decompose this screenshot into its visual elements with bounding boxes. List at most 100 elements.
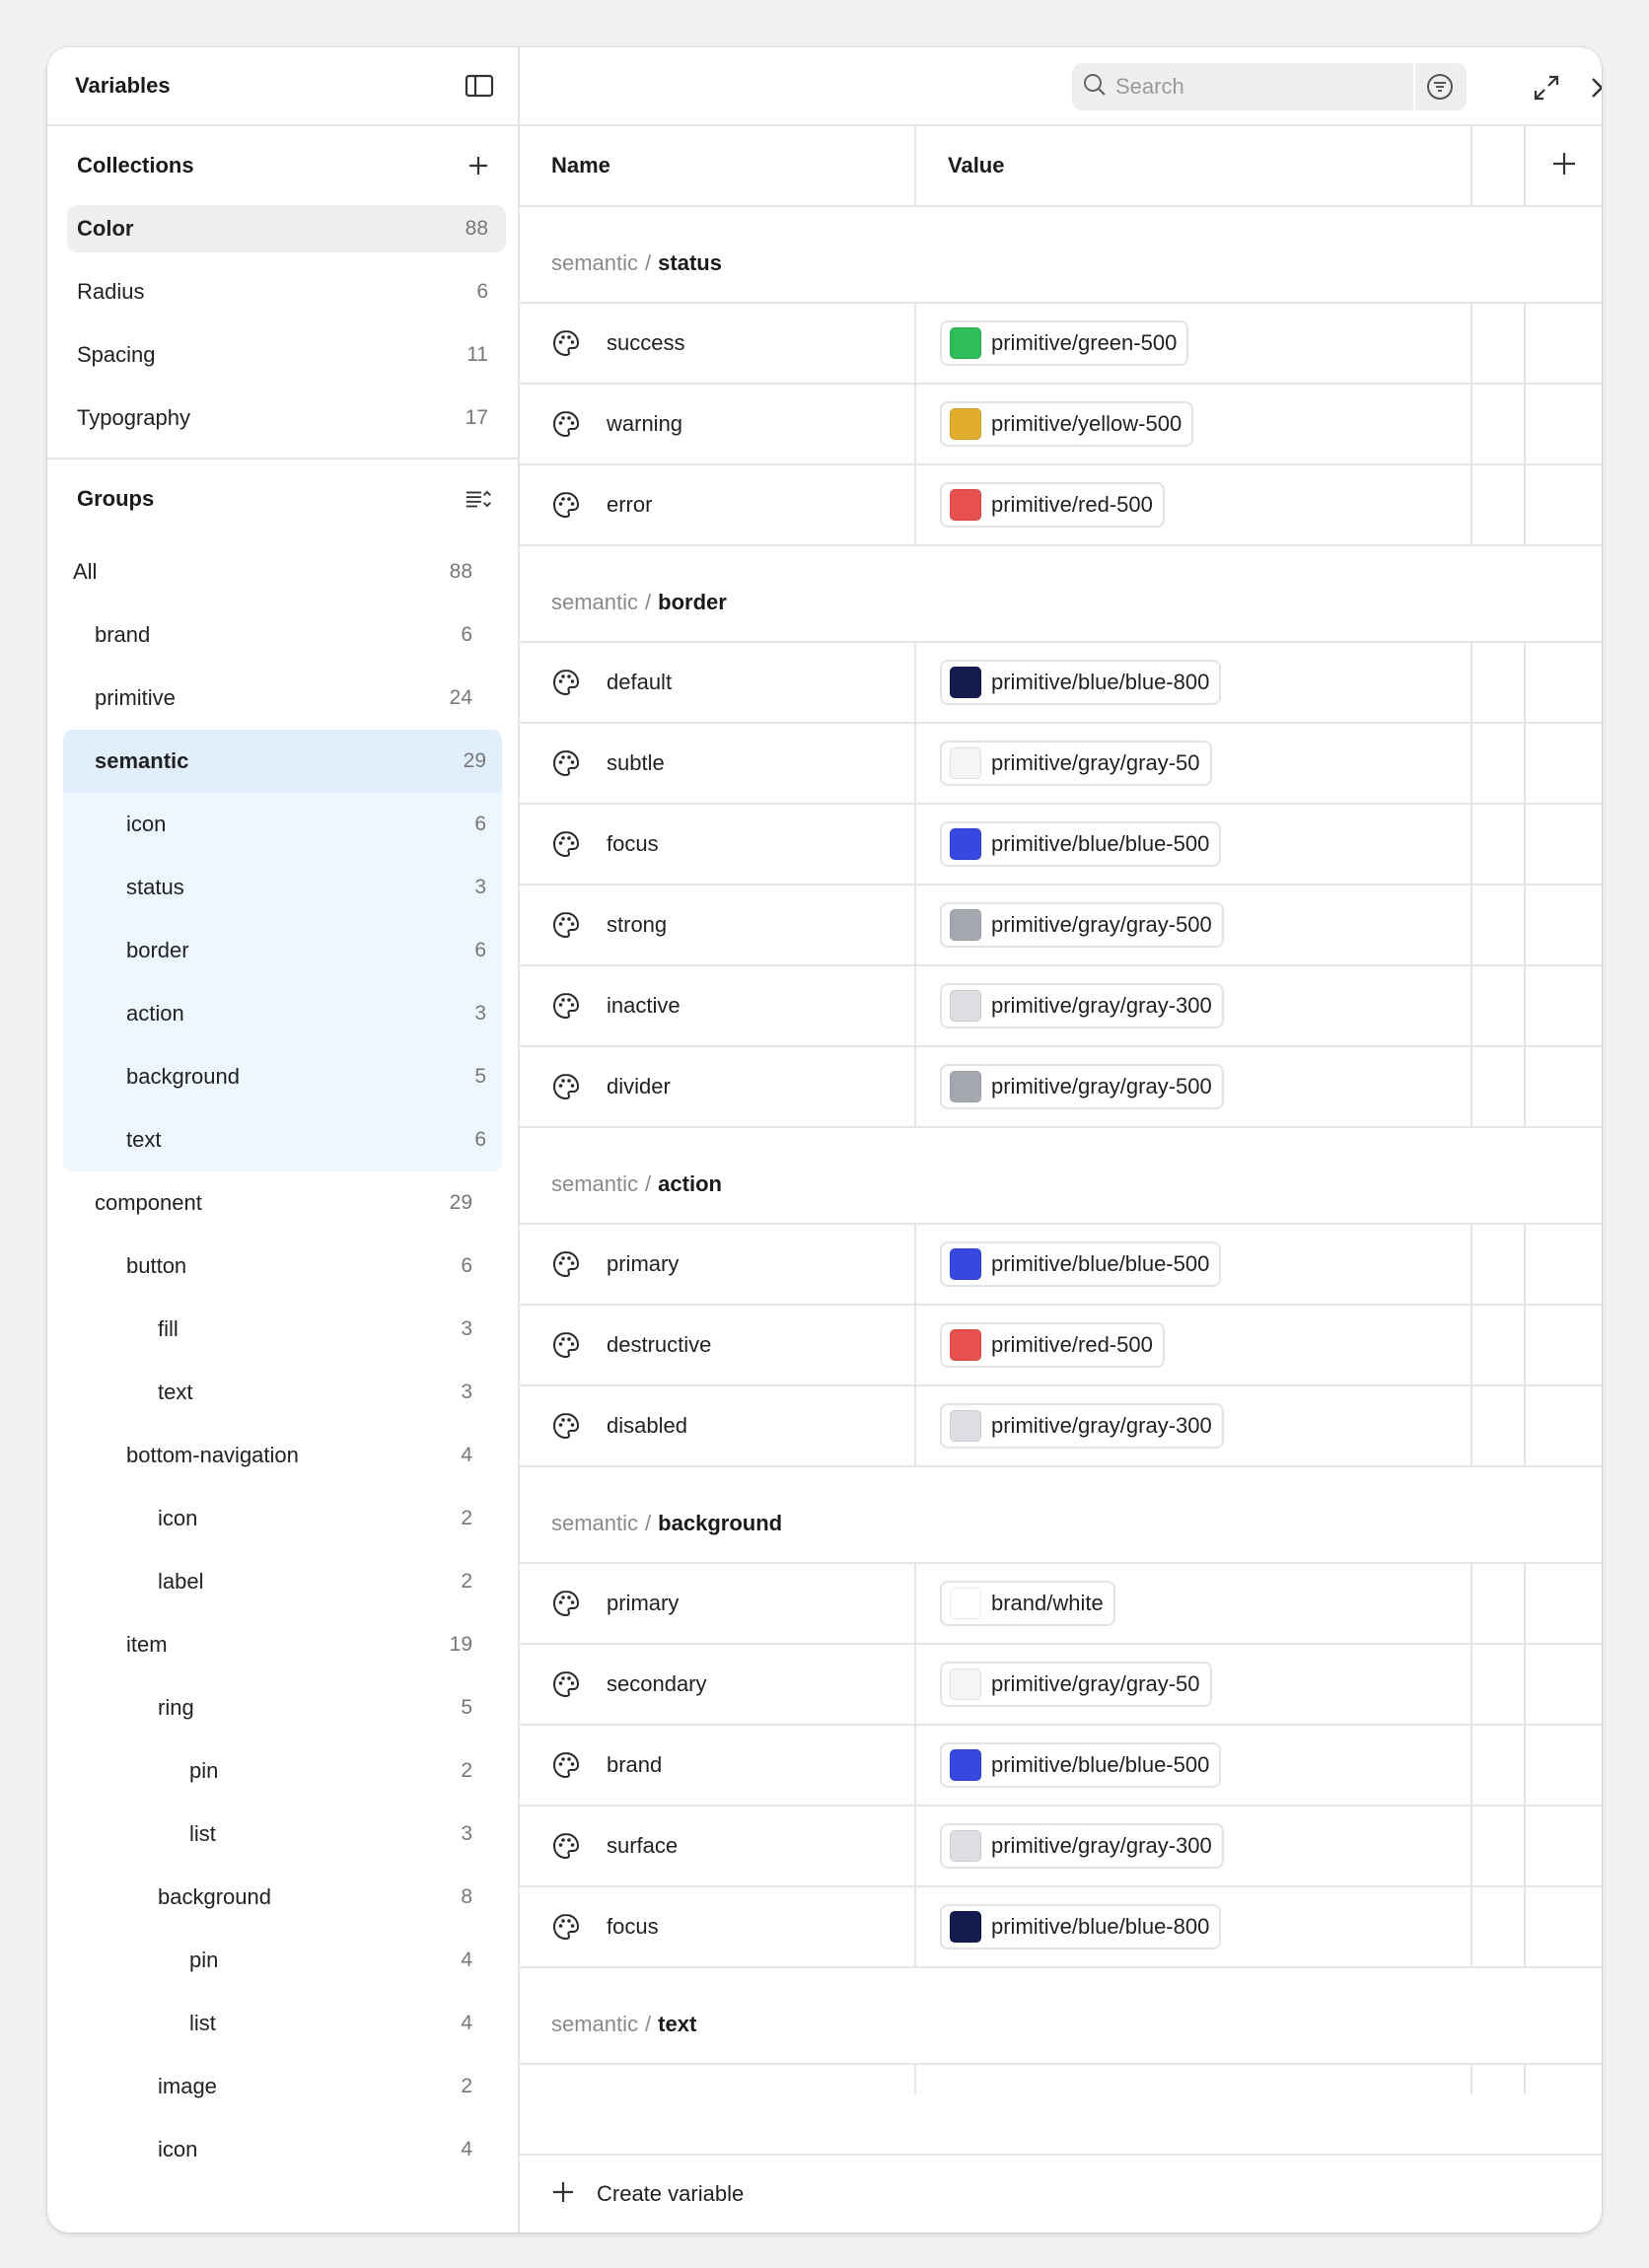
alias-pill[interactable]: primitive/gray/gray-500 bbox=[940, 1064, 1224, 1109]
group-item[interactable]: background 5 bbox=[63, 1045, 502, 1108]
color-swatch bbox=[950, 1668, 981, 1700]
create-variable-button[interactable]: Create variable bbox=[520, 2154, 1602, 2233]
variable-name-cell[interactable]: secondary bbox=[520, 1645, 916, 1724]
group-item[interactable]: border 6 bbox=[63, 919, 502, 982]
group-item[interactable]: list 3 bbox=[63, 1803, 502, 1866]
group-label: action bbox=[126, 1001, 184, 1026]
alias-pill[interactable]: primitive/gray/gray-50 bbox=[940, 1662, 1212, 1707]
alias-label: primitive/gray/gray-300 bbox=[991, 1413, 1212, 1438]
variable-name-cell[interactable]: success bbox=[520, 304, 916, 383]
alias-pill[interactable]: primitive/green-500 bbox=[940, 320, 1189, 366]
alias-pill[interactable]: brand/white bbox=[940, 1581, 1115, 1626]
variable-row[interactable]: inactive primitive/gray/gray-300 bbox=[520, 966, 1602, 1047]
blank-cell bbox=[1526, 1564, 1602, 1643]
variable-name-cell[interactable]: error bbox=[520, 465, 916, 544]
collapse-groups-icon[interactable] bbox=[465, 485, 492, 513]
variable-name-cell[interactable]: inactive bbox=[520, 966, 916, 1045]
group-item[interactable]: semantic 29 bbox=[63, 730, 502, 793]
group-item[interactable]: image 2 bbox=[63, 2055, 502, 2118]
collection-item[interactable]: Spacing 11 bbox=[67, 331, 506, 379]
variable-name-cell[interactable]: subtle bbox=[520, 724, 916, 803]
group-item[interactable]: label 2 bbox=[63, 1550, 502, 1613]
blank-cell bbox=[1526, 304, 1602, 383]
collection-item[interactable]: Typography 17 bbox=[67, 394, 506, 442]
alias-pill[interactable]: primitive/blue/blue-500 bbox=[940, 821, 1222, 867]
alias-pill[interactable]: primitive/gray/gray-300 bbox=[940, 983, 1224, 1028]
group-item[interactable]: component 29 bbox=[63, 1171, 502, 1235]
group-item[interactable]: button 6 bbox=[63, 1235, 502, 1298]
group-item[interactable]: brand 6 bbox=[63, 603, 502, 667]
group-item[interactable]: pin 2 bbox=[63, 1739, 502, 1803]
group-item[interactable]: primitive 24 bbox=[63, 667, 502, 730]
variable-row[interactable]: surface primitive/gray/gray-300 bbox=[520, 1807, 1602, 1887]
alias-pill[interactable]: primitive/blue/blue-500 bbox=[940, 1742, 1222, 1788]
variable-name-cell[interactable]: primary bbox=[520, 1564, 916, 1643]
add-column-button[interactable] bbox=[1526, 126, 1602, 205]
close-icon[interactable] bbox=[1585, 71, 1602, 105]
variable-row[interactable]: default primitive/blue/blue-800 bbox=[520, 643, 1602, 724]
alias-pill[interactable]: primitive/blue/blue-800 bbox=[940, 1904, 1222, 1949]
variable-row[interactable]: disabled primitive/gray/gray-300 bbox=[520, 1386, 1602, 1467]
search-input[interactable] bbox=[1115, 74, 1411, 100]
alias-pill[interactable]: primitive/red-500 bbox=[940, 482, 1165, 528]
alias-pill[interactable]: primitive/yellow-500 bbox=[940, 401, 1194, 447]
variable-row[interactable]: secondary primitive/gray/gray-50 bbox=[520, 1645, 1602, 1726]
group-item[interactable]: bottom-navigation 4 bbox=[63, 1424, 502, 1487]
extra-cell bbox=[1472, 465, 1526, 544]
group-item[interactable]: item 19 bbox=[63, 1613, 502, 1676]
group-item[interactable]: icon 6 bbox=[63, 793, 502, 856]
variable-name-cell[interactable]: disabled bbox=[520, 1386, 916, 1465]
variable-name-cell[interactable]: destructive bbox=[520, 1306, 916, 1384]
variable-row[interactable]: error primitive/red-500 bbox=[520, 465, 1602, 546]
alias-label: primitive/gray/gray-500 bbox=[991, 912, 1212, 937]
variable-row[interactable]: warning primitive/yellow-500 bbox=[520, 385, 1602, 465]
group-item[interactable]: action 3 bbox=[63, 982, 502, 1045]
variable-name-cell[interactable]: focus bbox=[520, 1887, 916, 1966]
group-item[interactable]: fill 3 bbox=[63, 1298, 502, 1361]
filter-icon[interactable] bbox=[1415, 63, 1465, 110]
variable-name-cell[interactable]: brand bbox=[520, 1726, 916, 1805]
variable-name-cell[interactable]: surface bbox=[520, 1807, 916, 1885]
group-item[interactable]: text 6 bbox=[63, 1108, 502, 1171]
alias-pill[interactable]: primitive/gray/gray-500 bbox=[940, 902, 1224, 948]
variable-name-cell[interactable]: focus bbox=[520, 805, 916, 884]
collection-item[interactable]: Radius 6 bbox=[67, 268, 506, 316]
variable-row[interactable]: primary brand/white bbox=[520, 1564, 1602, 1645]
alias-pill[interactable]: primitive/blue/blue-800 bbox=[940, 660, 1222, 705]
group-item[interactable]: text 3 bbox=[63, 1361, 502, 1424]
variable-row[interactable]: focus primitive/blue/blue-800 bbox=[520, 1887, 1602, 1968]
alias-pill[interactable]: primitive/gray/gray-50 bbox=[940, 741, 1212, 786]
group-item[interactable]: status 3 bbox=[63, 856, 502, 919]
variable-row[interactable]: success primitive/green-500 bbox=[520, 304, 1602, 385]
group-item[interactable]: icon 4 bbox=[63, 2118, 502, 2181]
add-collection-plus-icon[interactable] bbox=[465, 152, 492, 179]
table-header: Name Value bbox=[520, 126, 1602, 207]
variable-row[interactable]: strong primitive/gray/gray-500 bbox=[520, 886, 1602, 966]
variable-row[interactable]: focus primitive/blue/blue-500 bbox=[520, 805, 1602, 886]
variable-name-cell[interactable]: strong bbox=[520, 886, 916, 964]
variable-name-cell[interactable]: divider bbox=[520, 1047, 916, 1126]
variable-name-cell[interactable]: default bbox=[520, 643, 916, 722]
variable-name-cell[interactable]: warning bbox=[520, 385, 916, 463]
alias-pill[interactable]: primitive/blue/blue-500 bbox=[940, 1241, 1222, 1287]
variable-row[interactable]: brand primitive/blue/blue-500 bbox=[520, 1726, 1602, 1807]
variable-row[interactable]: destructive primitive/red-500 bbox=[520, 1306, 1602, 1386]
group-item[interactable]: background 8 bbox=[63, 1866, 502, 1929]
alias-pill[interactable]: primitive/gray/gray-300 bbox=[940, 1403, 1224, 1449]
group-item[interactable]: All 88 bbox=[63, 540, 502, 603]
group-item[interactable]: icon 2 bbox=[63, 1487, 502, 1550]
expand-icon[interactable] bbox=[1530, 71, 1563, 105]
variable-row[interactable]: divider primitive/gray/gray-500 bbox=[520, 1047, 1602, 1128]
group-item[interactable]: pin 4 bbox=[63, 1929, 502, 1992]
variable-name-cell[interactable]: primary bbox=[520, 1225, 916, 1304]
alias-pill[interactable]: primitive/gray/gray-300 bbox=[940, 1823, 1224, 1869]
group-item[interactable]: ring 5 bbox=[63, 1676, 502, 1739]
alias-pill[interactable]: primitive/red-500 bbox=[940, 1322, 1165, 1368]
collection-item[interactable]: Color 88 bbox=[67, 205, 506, 252]
group-item[interactable]: list 4 bbox=[63, 1992, 502, 2055]
alias-label: primitive/gray/gray-500 bbox=[991, 1074, 1212, 1099]
variable-row[interactable]: primary primitive/blue/blue-500 bbox=[520, 1225, 1602, 1306]
sidebar-toggle-icon[interactable] bbox=[465, 73, 494, 99]
color-swatch bbox=[950, 667, 981, 698]
variable-row[interactable]: subtle primitive/gray/gray-50 bbox=[520, 724, 1602, 805]
